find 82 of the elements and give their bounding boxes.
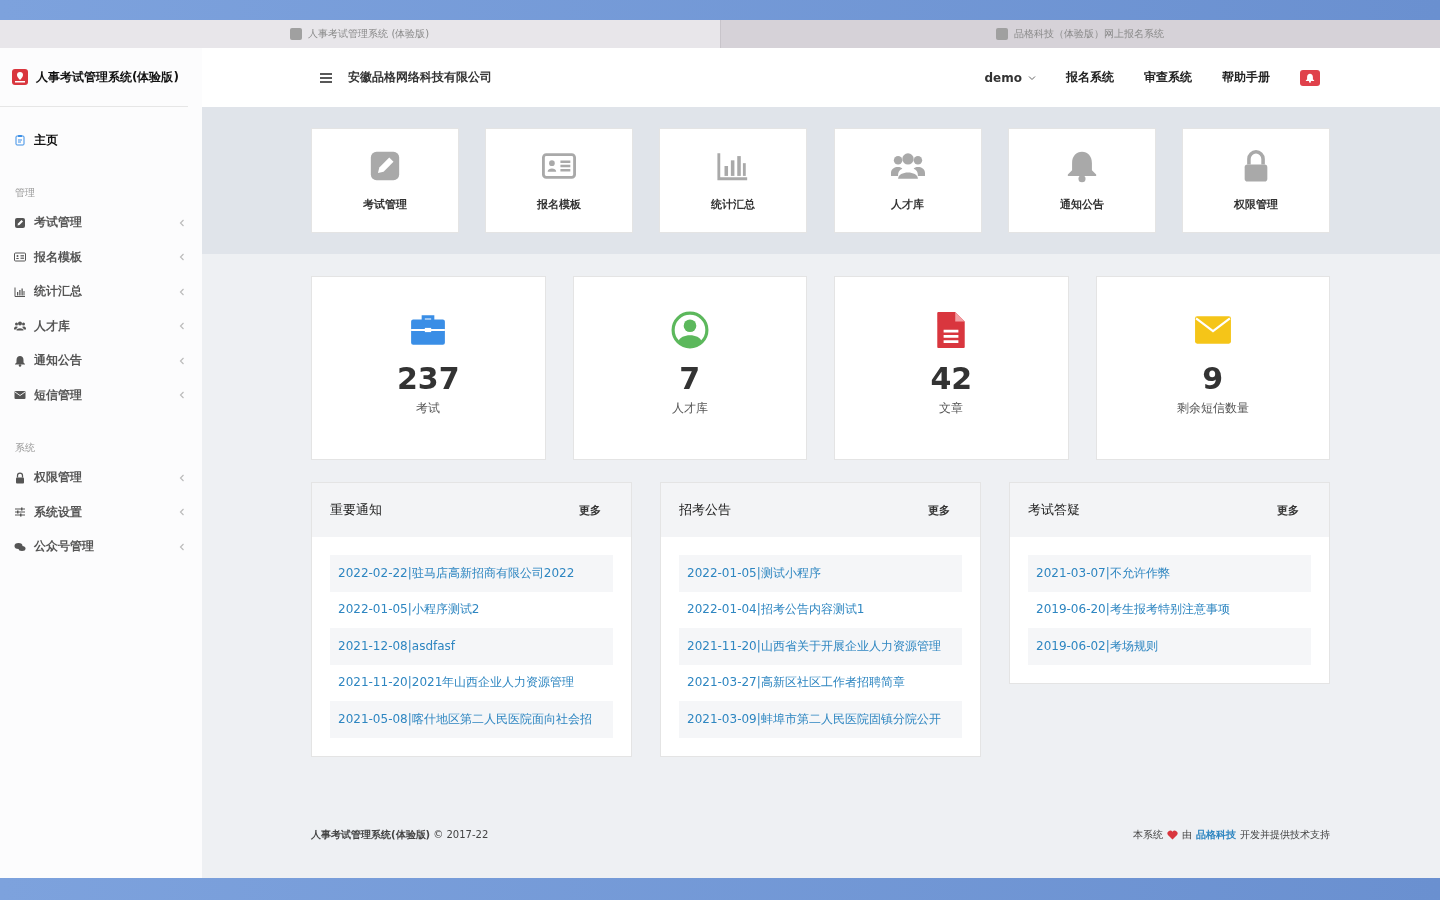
notice-link[interactable]: 2021-03-07|不允许作弊 — [1028, 555, 1311, 592]
favicon-icon — [290, 28, 303, 40]
sidebar-item[interactable]: 短信管理 — [0, 378, 202, 413]
sidebar-item[interactable]: 考试管理 — [0, 205, 202, 240]
stat-label: 考试 — [416, 400, 441, 417]
sidebar-item[interactable]: 系统设置 — [0, 495, 202, 530]
chevron-icon — [178, 253, 186, 262]
shortcut-tile[interactable]: 通知公告 — [1007, 128, 1156, 233]
sidebar-item[interactable]: 权限管理 — [0, 460, 202, 495]
notice-link[interactable]: 2021-03-09|蚌埠市第二人民医院固镇分院公开 — [679, 701, 962, 738]
panel-title: 考试答疑 — [1028, 501, 1080, 519]
stat-value: 9 — [1202, 361, 1224, 396]
edit-icon — [14, 216, 26, 229]
notice-link[interactable]: 2022-01-05|测试小程序 — [679, 555, 962, 592]
sidebar-item[interactable]: 统计汇总 — [0, 274, 202, 309]
notice-link[interactable]: 2022-01-05|小程序测试2 — [330, 591, 613, 628]
section-heading: 系统 — [14, 440, 36, 455]
app-title: 人事考试管理系统(体验版) — [36, 68, 179, 86]
notice-link[interactable]: 2021-03-27|高新区社区工作者招聘简章 — [679, 664, 962, 701]
bell-icon — [14, 354, 26, 367]
lock-icon — [14, 471, 26, 484]
nav-link[interactable]: 审查系统 — [1144, 69, 1192, 86]
chevron-icon — [178, 391, 186, 400]
stat-value: 237 — [396, 361, 460, 396]
notice-link[interactable]: 2019-06-02|考场规则 — [1028, 628, 1311, 665]
notice-link[interactable]: 2021-11-20|山西省关于开展企业人力资源管理 — [679, 628, 962, 665]
chevron-icon — [178, 508, 186, 517]
stat-label: 人才库 — [671, 400, 708, 417]
caret-icon — [1028, 73, 1036, 82]
sidebar-item[interactable]: 人才库 — [0, 309, 202, 344]
more-link[interactable]: 更多 — [579, 502, 601, 518]
shortcut-tile[interactable]: 考试管理 — [311, 128, 459, 233]
favicon-icon — [996, 28, 1009, 40]
footer-text: 由 — [1182, 828, 1192, 842]
panel-title: 重要通知 — [330, 501, 382, 519]
chevron-icon — [178, 542, 186, 551]
notice-link[interactable]: 2021-12-08|asdfasf — [330, 628, 613, 665]
chevron-icon — [178, 218, 186, 227]
shortcut-tile[interactable]: 权限管理 — [1181, 128, 1330, 233]
nav-link[interactable]: 帮助手册 — [1222, 69, 1270, 86]
footer-text: 开发并提供技术支持 — [1240, 828, 1330, 842]
stat-value: 7 — [679, 361, 701, 396]
stat-label: 文章 — [939, 400, 964, 417]
shortcut-tile[interactable]: 人才库 — [833, 128, 982, 233]
shortcut-tile[interactable]: 报名模板 — [485, 128, 634, 233]
logo-icon — [12, 69, 28, 85]
sidebar-item[interactable]: 报名模板 — [0, 240, 202, 275]
chevron-icon — [178, 322, 186, 331]
sliders-icon — [14, 506, 26, 519]
notice-link[interactable]: 2022-01-04|招考公告内容测试1 — [679, 591, 962, 628]
notice-link[interactable]: 2019-06-20|考生报考特别注意事项 — [1028, 591, 1311, 628]
sidebar-item[interactable]: 通知公告 — [0, 343, 202, 378]
company-link[interactable]: 品格科技 — [1196, 828, 1236, 842]
footer-text: 本系统 — [1133, 828, 1163, 842]
heart-icon — [1167, 830, 1178, 840]
chevron-icon — [178, 356, 186, 365]
notice-link[interactable]: 2021-05-08|喀什地区第二人民医院面向社会招 — [330, 701, 613, 738]
copyright-text: 人事考试管理系统(体验版) © 2017-22 — [311, 828, 489, 842]
bell-icon — [1305, 72, 1315, 83]
stat-label: 剩余短信数量 — [1176, 400, 1249, 417]
more-link[interactable]: 更多 — [928, 502, 950, 518]
users-icon — [14, 320, 26, 333]
user-menu[interactable]: demo — [984, 70, 1036, 85]
notice-link[interactable]: 2022-02-22|驻马店高新招商有限公司2022 — [330, 555, 613, 592]
menu-icon[interactable] — [320, 71, 332, 84]
chevron-icon — [178, 473, 186, 482]
sidebar-item[interactable]: 主页 — [0, 123, 202, 158]
chevron-icon — [178, 287, 186, 296]
section-heading: 管理 — [14, 185, 36, 200]
company-name: 安徽品格网络科技有限公司 — [348, 69, 493, 86]
nav-link[interactable]: 报名系统 — [1066, 69, 1114, 86]
clipboard-icon — [14, 134, 26, 147]
bar-chart-icon — [14, 285, 26, 298]
id-card-icon — [14, 251, 26, 264]
notification-button[interactable] — [1300, 69, 1320, 86]
panel-title: 招考公告 — [679, 501, 731, 519]
stat-value: 42 — [930, 361, 973, 396]
more-link[interactable]: 更多 — [1277, 502, 1299, 518]
envelope-icon — [14, 389, 26, 402]
sidebar-item[interactable]: 公众号管理 — [0, 529, 202, 564]
notice-link[interactable]: 2021-11-20|2021年山西企业人力资源管理 — [330, 664, 613, 701]
shortcut-tile[interactable]: 统计汇总 — [659, 128, 808, 233]
